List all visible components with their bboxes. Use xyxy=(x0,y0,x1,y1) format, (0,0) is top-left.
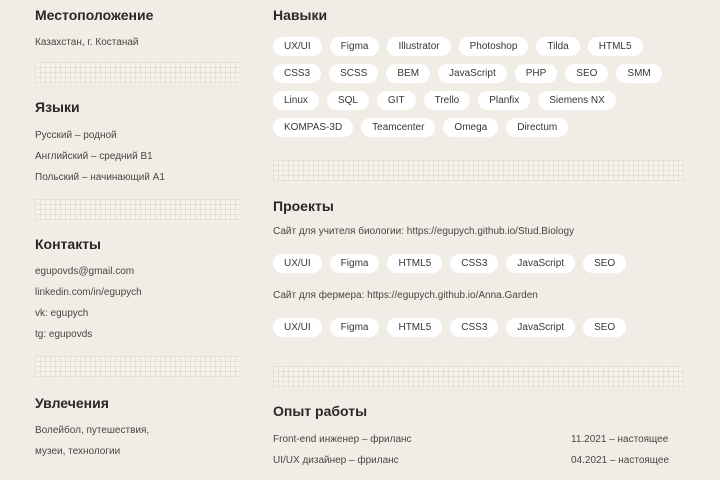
skill-chip: HTML5 xyxy=(387,318,443,337)
skill-chip: SEO xyxy=(583,318,627,337)
skill-chip: CSS3 xyxy=(450,254,499,273)
experience-title: UI/UX дизайнер – фриланс xyxy=(273,455,399,466)
project-link[interactable]: Сайт для учителя биологии: https://egupy… xyxy=(273,226,574,237)
contact-vk[interactable]: vk: egupych xyxy=(35,308,88,319)
hobbies-heading: Увлечения xyxy=(35,395,109,411)
divider-grid xyxy=(35,199,240,221)
skill-chip: UX/UI xyxy=(273,37,322,56)
skill-chip: Photoshop xyxy=(458,37,529,56)
skill-chip: KOMPAS-3D xyxy=(273,118,354,137)
skill-chip: CSS3 xyxy=(273,64,322,83)
skill-chip: JavaScript xyxy=(506,318,576,337)
skill-chip: SEO xyxy=(583,254,627,273)
divider-grid xyxy=(273,160,685,182)
skill-chip: Figma xyxy=(329,37,380,56)
contacts-heading: Контакты xyxy=(35,236,102,252)
skill-chip: SEO xyxy=(565,64,609,83)
hobbies-line: Волейбол, путешествия, xyxy=(35,425,150,436)
language-item: Английский – средний B1 xyxy=(35,151,153,162)
location-heading: Местоположение xyxy=(35,7,154,23)
language-item: Польский – начинающий A1 xyxy=(35,172,165,183)
skill-chip: Omega xyxy=(443,118,499,137)
languages-heading: Языки xyxy=(35,99,80,115)
skill-chip: Linux xyxy=(273,91,319,110)
skill-chip: JavaScript xyxy=(438,64,507,83)
skill-chip: Trello xyxy=(423,91,471,110)
skill-chip: UX/UI xyxy=(273,318,322,337)
skills-heading: Навыки xyxy=(273,7,328,23)
project-tags: UX/UI Figma HTML5 CSS3 JavaScript SEO xyxy=(273,318,688,337)
skill-chip: JavaScript xyxy=(506,254,576,273)
skill-chip: GIT xyxy=(376,91,416,110)
hobbies-line: музеи, технологии xyxy=(35,446,121,457)
divider-grid xyxy=(35,356,240,378)
contact-email[interactable]: egupovds@gmail.com xyxy=(35,266,134,277)
divider-grid xyxy=(273,366,685,388)
skill-chip: Teamcenter xyxy=(361,118,436,137)
skill-chip: Planfix xyxy=(478,91,531,110)
skill-chip: BEM xyxy=(386,64,431,83)
projects-heading: Проекты xyxy=(273,198,334,214)
skill-chip: PHP xyxy=(514,64,558,83)
skill-chip: Illustrator xyxy=(387,37,451,56)
contact-linkedin[interactable]: linkedin.com/in/egupych xyxy=(35,287,142,298)
contact-telegram[interactable]: tg: egupovds xyxy=(35,329,92,340)
experience-title: Front-end инженер – фриланс xyxy=(273,434,412,445)
skill-chip: Figma xyxy=(329,254,380,273)
divider-grid xyxy=(35,62,240,84)
skill-chip: UX/UI xyxy=(273,254,322,273)
experience-dates: 11.2021 – настоящее xyxy=(571,434,669,445)
skill-chip: CSS3 xyxy=(450,318,499,337)
skills-list: UX/UI Figma Illustrator Photoshop Tilda HTML5… xyxy=(273,37,688,137)
project-tags: UX/UI Figma HTML5 CSS3 JavaScript SEO xyxy=(273,254,688,273)
skill-chip: SCSS xyxy=(329,64,379,83)
skill-chip: Directum xyxy=(506,118,569,137)
experience-heading: Опыт работы xyxy=(273,403,368,419)
skill-chip: HTML5 xyxy=(587,37,643,56)
skill-chip: SMM xyxy=(616,64,662,83)
skill-chip: Figma xyxy=(329,318,380,337)
experience-dates: 04.2021 – настоящее xyxy=(571,455,670,466)
skill-chip: Siemens NX xyxy=(538,91,616,110)
project-link[interactable]: Сайт для фермера: https://egupych.github… xyxy=(273,290,538,301)
location-value: Казахстан, г. Костанай xyxy=(35,37,139,48)
skill-chip: SQL xyxy=(326,91,369,110)
language-item: Русский – родной xyxy=(35,130,117,141)
skill-chip: Tilda xyxy=(536,37,580,56)
skill-chip: HTML5 xyxy=(387,254,443,273)
